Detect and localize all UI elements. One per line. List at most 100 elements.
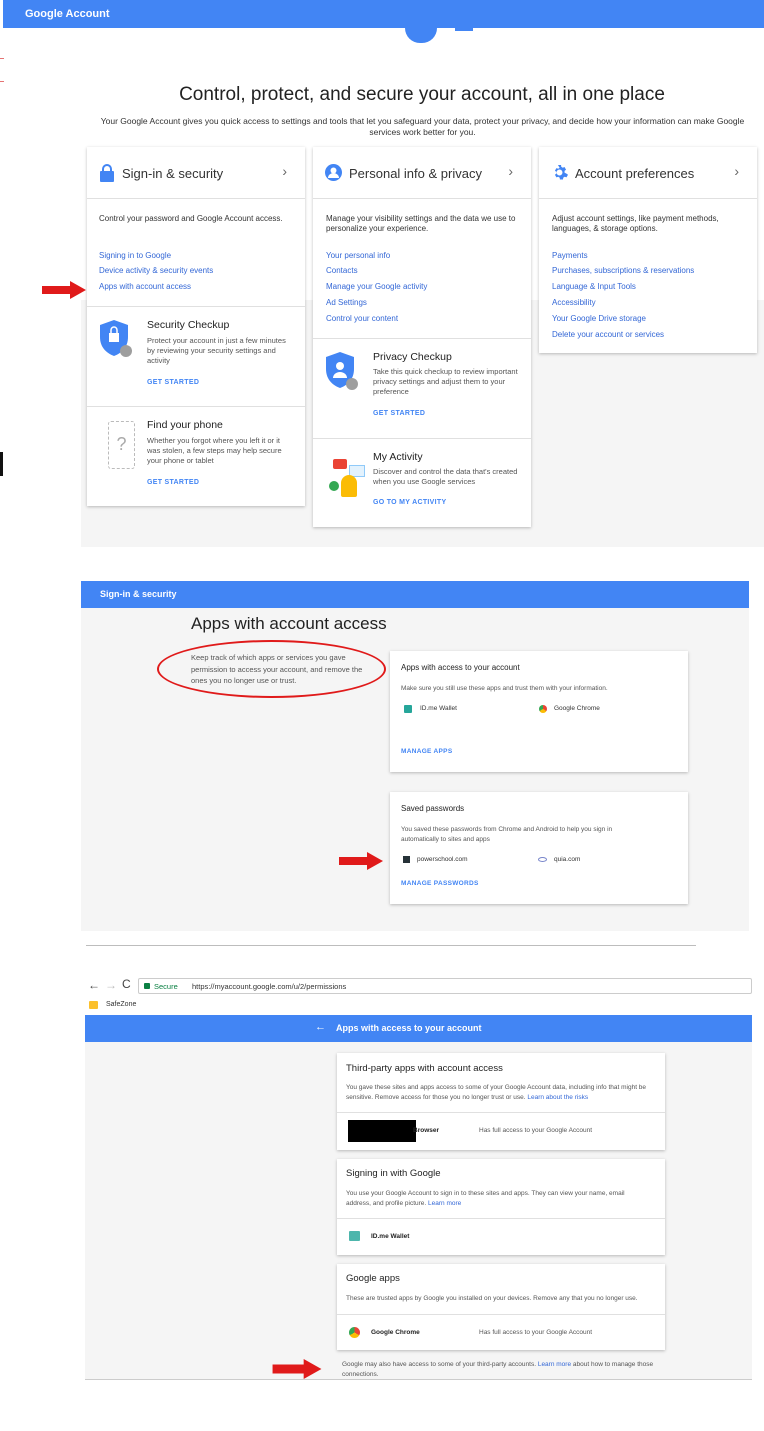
personal-privacy-card: Personal info & privacy › Manage your vi… <box>313 147 531 527</box>
idme-app-name: ID.me Wallet <box>371 1233 410 1240</box>
signin-google-title: Signing in with Google <box>346 1168 441 1179</box>
activity-illustration-icon <box>329 459 367 499</box>
forward-arrow-icon[interactable]: → <box>105 978 117 992</box>
bookmark-safezone[interactable]: SafeZone <box>106 1001 136 1008</box>
security-checkup-section: Security Checkup Protect your account in… <box>87 306 305 406</box>
privacy-shield-icon <box>326 352 358 390</box>
app-idme-wallet: ID.me Wallet <box>420 705 457 712</box>
folder-icon <box>89 1001 98 1009</box>
browser-toolbar: ← → C Secure https://myaccount.google.co… <box>85 977 752 995</box>
link-control-content[interactable]: Control your content <box>326 314 398 323</box>
security-get-started[interactable]: GET STARTED <box>147 379 199 386</box>
section-divider <box>86 945 696 946</box>
app-title[interactable]: Google Account <box>25 8 110 20</box>
person-icon <box>325 164 342 181</box>
url-text[interactable]: https://myaccount.google.com/u/2/permiss… <box>192 982 346 991</box>
third-party-app-name: Browser <box>413 1127 440 1134</box>
phone-icon: ? <box>108 421 135 469</box>
reload-icon[interactable]: C <box>122 977 131 991</box>
chrome-app-name: Google Chrome <box>371 1329 420 1336</box>
third-party-access: Has full access to your Google Account <box>479 1127 593 1134</box>
find-phone-desc: Whether you forgot where you left it or … <box>147 436 282 465</box>
security-shield-icon <box>100 320 132 357</box>
google-apps-card: Google apps These are trusted apps by Go… <box>337 1264 665 1350</box>
security-checkup-desc: Protect your account in just a few minut… <box>147 336 286 365</box>
link-delete-account[interactable]: Delete your account or services <box>552 330 664 339</box>
apps-card-desc: Make sure you still use these apps and t… <box>401 685 608 692</box>
quia-icon <box>538 857 547 862</box>
chrome-icon <box>349 1327 360 1338</box>
find-phone-get-started[interactable]: GET STARTED <box>147 479 199 486</box>
top-app-bar: Google Account <box>3 0 764 28</box>
chevron-right-icon: › <box>508 163 513 179</box>
idme-row[interactable]: ID.me Wallet <box>337 1218 665 1255</box>
link-contacts[interactable]: Contacts <box>326 266 358 275</box>
chrome-icon <box>539 705 547 713</box>
google-apps-desc: These are trusted apps by Google you ins… <box>346 1295 638 1302</box>
prefs-card-desc: Adjust account settings, like payment me… <box>552 214 719 233</box>
link-accessibility[interactable]: Accessibility <box>552 298 596 307</box>
link-payments[interactable]: Payments <box>552 251 588 260</box>
secure-lock-icon <box>144 983 150 989</box>
section2-app-bar: Sign-in & security <box>81 581 749 608</box>
back-arrow-icon[interactable]: ← <box>88 978 100 992</box>
prefs-card-title: Account preferences <box>575 166 695 181</box>
find-phone-section: ? Find your phone Whether you forgot whe… <box>87 406 305 506</box>
footer-learn-more-link[interactable]: Learn more <box>538 1361 571 1368</box>
third-party-title: Third-party apps with account access <box>346 1063 503 1074</box>
section3-app-bar: ← Apps with access to your account <box>85 1015 752 1042</box>
red-arrow-annotation <box>339 852 383 870</box>
chevron-right-icon: › <box>282 163 287 179</box>
link-purchases[interactable]: Purchases, subscriptions & reservations <box>552 266 694 275</box>
header-shield-fragment <box>405 28 437 43</box>
link-ad-settings[interactable]: Ad Settings <box>326 298 367 307</box>
app-google-chrome: Google Chrome <box>554 705 600 712</box>
header-bar-fragment <box>455 28 473 31</box>
link-google-activity[interactable]: Manage your Google activity <box>326 282 427 291</box>
privacy-checkup-title: Privacy Checkup <box>373 351 452 363</box>
link-apps-access[interactable]: Apps with account access <box>99 282 191 291</box>
back-arrow-icon[interactable]: ← <box>315 1021 326 1033</box>
address-bar[interactable]: Secure https://myaccount.google.com/u/2/… <box>138 978 752 994</box>
link-device-activity[interactable]: Device activity & security events <box>99 266 213 275</box>
redacted-block <box>348 1120 416 1142</box>
learn-about-risks-link[interactable]: Learn about the risks <box>527 1094 588 1101</box>
chrome-row[interactable]: Google Chrome Has full access to your Go… <box>337 1314 665 1350</box>
third-party-row[interactable]: Browser Has full access to your Google A… <box>337 1112 665 1150</box>
red-arrow-annotation <box>42 281 86 299</box>
google-apps-title: Google apps <box>346 1273 400 1284</box>
bookmarks-bar: SafeZone <box>85 997 752 1014</box>
idme-app-icon <box>404 705 412 713</box>
my-activity-title: My Activity <box>373 451 423 463</box>
privacy-get-started[interactable]: GET STARTED <box>373 410 425 417</box>
saved-passwords-card: Saved passwords You saved these password… <box>390 792 688 904</box>
pw-card-title: Saved passwords <box>401 804 465 813</box>
signin-card-title: Sign-in & security <box>122 166 224 181</box>
prefs-card-header[interactable]: Account preferences › <box>539 147 757 199</box>
privacy-card-header[interactable]: Personal info & privacy › <box>313 147 531 199</box>
manage-apps-button[interactable]: MANAGE APPS <box>401 748 452 755</box>
third-party-card: Third-party apps with account access You… <box>337 1053 665 1150</box>
lock-icon <box>100 164 114 182</box>
pw-card-desc: You saved these passwords from Chrome an… <box>401 826 613 843</box>
signing-in-google-card: Signing in with Google You use your Goog… <box>337 1159 665 1255</box>
section2-bar-title[interactable]: Sign-in & security <box>100 589 177 599</box>
section2-title: Apps with account access <box>191 614 387 633</box>
go-to-my-activity[interactable]: GO TO MY ACTIVITY <box>373 499 446 506</box>
link-signing-in[interactable]: Signing in to Google <box>99 251 171 260</box>
link-drive-storage[interactable]: Your Google Drive storage <box>552 314 646 323</box>
left-edge-marks <box>0 58 4 82</box>
learn-more-link[interactable]: Learn more <box>428 1200 461 1207</box>
link-language-input[interactable]: Language & Input Tools <box>552 282 636 291</box>
link-personal-info[interactable]: Your personal info <box>326 251 390 260</box>
privacy-checkup-desc: Take this quick checkup to review import… <box>373 367 518 396</box>
powerschool-icon <box>403 856 410 863</box>
signin-card-header[interactable]: Sign-in & security › <box>87 147 305 199</box>
idme-app-icon <box>349 1231 360 1241</box>
chevron-right-icon: › <box>734 163 739 179</box>
manage-passwords-button[interactable]: MANAGE PASSWORDS <box>401 880 479 887</box>
red-arrow-annotation <box>272 1359 322 1379</box>
apps-access-card: Apps with access to your account Make su… <box>390 651 688 772</box>
left-edge-dark-mark <box>0 452 3 476</box>
red-circle-annotation <box>157 640 386 698</box>
